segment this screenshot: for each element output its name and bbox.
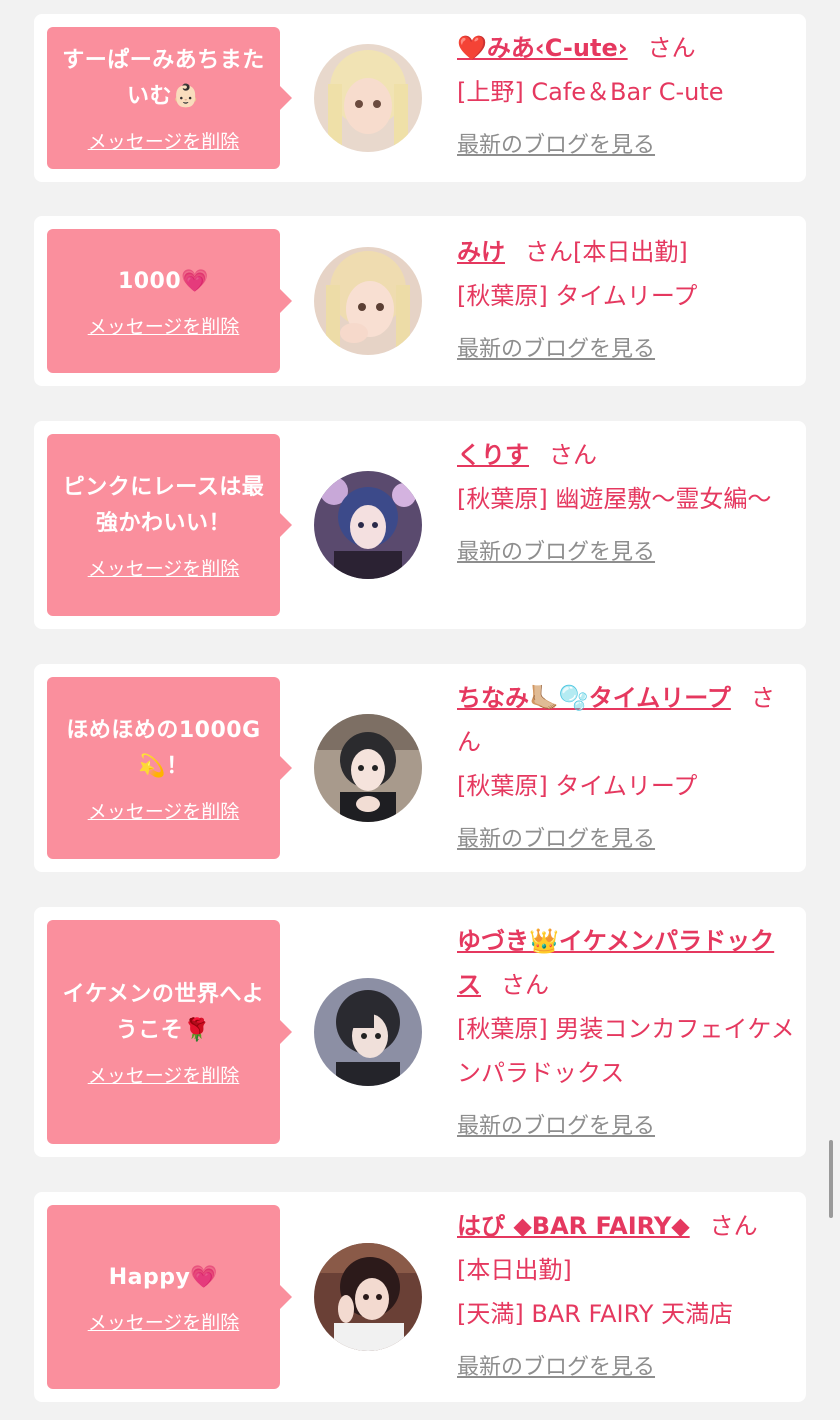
message-bubble: イケメンの世界へようこそ🌹 メッセージを削除 [47,920,292,1144]
message-text: 1000💗 [117,268,210,294]
message-card: Happy💗 メッセージを削除 はぴ ◆BAR FAIRY◆ さん [本日出勤] … [34,1192,806,1402]
delete-message-link[interactable]: メッセージを削除 [88,1061,240,1088]
cast-name-link[interactable]: ❤️みあ‹C-ute› [457,34,628,62]
shop-info: [上野] Cafe＆Bar C-ute [457,78,724,106]
latest-blog-link[interactable]: 最新のブログを見る [457,531,655,575]
attendance-status: [本日出勤] [573,238,688,266]
message-bubble: ピンクにレースは最強かわいい！ メッセージを削除 [47,434,292,616]
cast-info: はぴ ◆BAR FAIRY◆ さん [本日出勤] [天満] BAR FAIRY 天… [457,1204,795,1390]
cast-name-link[interactable]: ちなみ🦶🏼🫧タイムリープ [457,684,731,712]
avatar[interactable] [314,978,422,1086]
cast-info: ❤️みあ‹C-ute› さん [上野] Cafe＆Bar C-ute 最新のブログ… [457,26,795,168]
san-label: さん [647,34,696,62]
latest-blog-link[interactable]: 最新のブログを見る [457,124,655,168]
latest-blog-link[interactable]: 最新のブログを見る [457,818,655,862]
shop-info: [秋葉原] 幽遊屋敷～霊女編～ [457,485,772,513]
cast-info: ゆづき👑イケメンパラドックス さん [秋葉原] 男装コンカフェイケメンパラドックス… [457,919,795,1149]
message-text: Happy💗 [108,1264,219,1290]
message-bubble: ほめほめの1000G💫！ メッセージを削除 [47,677,292,859]
message-text: イケメンの世界へようこそ🌹 [62,981,265,1043]
cast-name-link[interactable]: くりす [457,441,529,469]
message-text: すーぱーみあちまたいむ👶🏻 [62,47,265,109]
latest-blog-link[interactable]: 最新のブログを見る [457,1105,655,1149]
delete-message-link[interactable]: メッセージを削除 [88,312,240,339]
message-card: イケメンの世界へようこそ🌹 メッセージを削除 ゆづき👑イケメンパラドックス さん … [34,907,806,1157]
delete-message-link[interactable]: メッセージを削除 [88,1308,240,1335]
cast-info: くりす さん [秋葉原] 幽遊屋敷～霊女編～ 最新のブログを見る [457,433,795,575]
latest-blog-link[interactable]: 最新のブログを見る [457,328,655,372]
cast-name-link[interactable]: みけ [457,238,505,266]
message-text: ほめほめの1000G💫！ [66,717,261,779]
avatar[interactable] [314,44,422,152]
cast-name-link[interactable]: はぴ ◆BAR FAIRY◆ [457,1212,690,1240]
scrollbar[interactable] [829,1140,833,1218]
latest-blog-link[interactable]: 最新のブログを見る [457,1346,655,1390]
delete-message-link[interactable]: メッセージを削除 [88,797,240,824]
san-label: さん [501,971,549,999]
cast-info: ちなみ🦶🏼🫧タイムリープ さん [秋葉原] タイムリープ 最新のブログを見る [457,676,795,862]
shop-info: [秋葉原] タイムリープ [457,772,698,800]
avatar[interactable] [314,1243,422,1351]
message-card: ピンクにレースは最強かわいい！ メッセージを削除 くりす さん [秋葉原] 幽遊屋… [34,421,806,629]
san-label: さん [709,1212,758,1240]
shop-info: [天満] BAR FAIRY 天満店 [457,1300,734,1328]
message-bubble: Happy💗 メッセージを削除 [47,1205,292,1389]
message-card: 1000💗 メッセージを削除 みけ さん[本日出勤] [秋葉原] タイムリープ 最… [34,216,806,386]
delete-message-link[interactable]: メッセージを削除 [88,554,240,581]
avatar[interactable] [314,714,422,822]
message-card: すーぱーみあちまたいむ👶🏻 メッセージを削除 ❤️みあ‹C-ute› さん [上野… [34,14,806,182]
shop-info: [秋葉原] タイムリープ [457,282,698,310]
cast-info: みけ さん[本日出勤] [秋葉原] タイムリープ 最新のブログを見る [457,230,795,372]
avatar[interactable] [314,471,422,579]
san-label: さん [525,238,573,266]
shop-info: [秋葉原] 男装コンカフェイケメンパラドックス [457,1015,795,1087]
attendance-status: [本日出勤] [457,1256,572,1284]
message-text: ピンクにレースは最強かわいい！ [62,474,265,536]
delete-message-link[interactable]: メッセージを削除 [88,127,240,154]
message-bubble: すーぱーみあちまたいむ👶🏻 メッセージを削除 [47,27,292,169]
san-label: さん [549,441,597,469]
message-bubble: 1000💗 メッセージを削除 [47,229,292,373]
message-card: ほめほめの1000G💫！ メッセージを削除 ちなみ🦶🏼🫧タイムリープ さん [秋葉… [34,664,806,872]
avatar[interactable] [314,247,422,355]
